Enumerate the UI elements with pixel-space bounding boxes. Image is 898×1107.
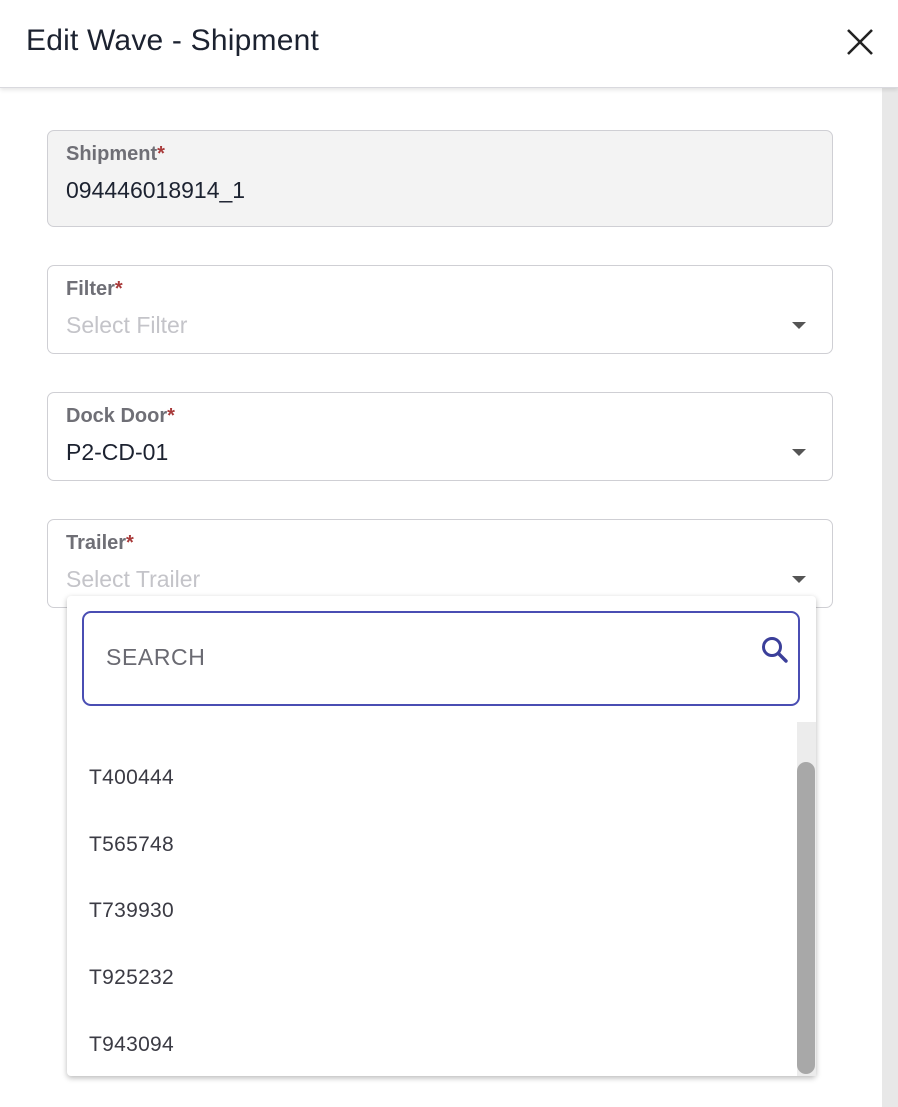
dialog-header: Edit Wave - Shipment	[0, 0, 898, 88]
chevron-down-icon[interactable]	[792, 449, 806, 456]
list-item[interactable]: T739930	[89, 899, 174, 923]
trailer-select[interactable]: Trailer* Select Trailer	[47, 519, 833, 608]
required-marker: *	[157, 143, 165, 165]
filter-label: Filter*	[66, 278, 123, 300]
chevron-down-icon[interactable]	[792, 576, 806, 583]
required-marker: *	[167, 405, 175, 427]
dock-door-value: P2-CD-01	[66, 439, 169, 465]
trailer-dropdown: T400444 T565748 T739930 T925232 T943094	[67, 596, 816, 1076]
close-icon	[847, 29, 873, 55]
search-input[interactable]	[104, 643, 728, 672]
filter-select[interactable]: Filter* Select Filter	[47, 265, 833, 354]
filter-placeholder: Select Filter	[66, 312, 188, 338]
trailer-placeholder: Select Trailer	[66, 566, 201, 592]
dock-door-select[interactable]: Dock Door* P2-CD-01	[47, 392, 833, 481]
shipment-label: Shipment*	[66, 143, 165, 165]
close-button[interactable]	[838, 22, 882, 66]
dialog-title: Edit Wave - Shipment	[26, 24, 319, 57]
search-box[interactable]	[82, 611, 800, 706]
dropdown-scrollbar-thumb[interactable]	[797, 762, 815, 1074]
list-item[interactable]: T925232	[89, 966, 174, 990]
required-marker: *	[126, 532, 134, 554]
shipment-field: Shipment* 094446018914_1	[47, 130, 833, 227]
page-scrollbar[interactable]	[882, 88, 898, 1107]
chevron-down-icon[interactable]	[792, 322, 806, 329]
shipment-value: 094446018914_1	[66, 177, 246, 203]
list-item[interactable]: T400444	[89, 766, 174, 790]
dock-door-label: Dock Door*	[66, 405, 175, 427]
required-marker: *	[114, 278, 123, 300]
trailer-label: Trailer*	[66, 532, 134, 554]
list-item[interactable]: T565748	[89, 833, 174, 857]
search-icon[interactable]	[760, 635, 790, 665]
list-item[interactable]: T943094	[89, 1033, 174, 1057]
